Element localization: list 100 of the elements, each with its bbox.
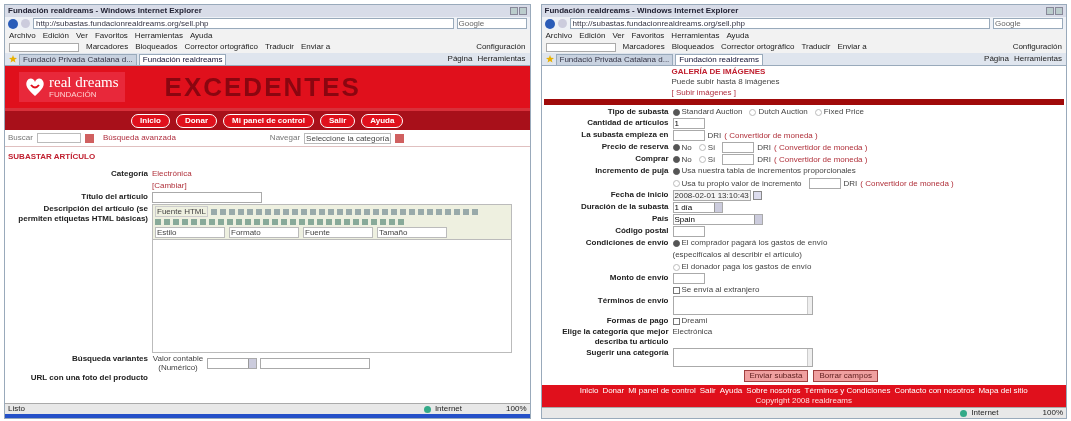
nav-button[interactable]: Inicio bbox=[131, 113, 170, 128]
radio-option[interactable]: No bbox=[672, 142, 692, 153]
link[interactable]: ( Convertidor de moneda ) bbox=[774, 142, 868, 153]
nav-button[interactable]: Mi panel de control bbox=[223, 113, 314, 128]
footer-link[interactable]: Donar bbox=[602, 386, 625, 396]
editor-dropdown[interactable]: Fuente bbox=[303, 227, 373, 238]
toolbar-button[interactable]: Enviar a bbox=[837, 41, 867, 53]
text-area[interactable] bbox=[672, 296, 813, 315]
google-search-field[interactable] bbox=[9, 42, 79, 52]
toolbar-button[interactable]: Bloqueados bbox=[671, 41, 714, 53]
menu-item[interactable]: Ver bbox=[612, 29, 625, 42]
footer-link[interactable]: Ayuda bbox=[719, 386, 743, 396]
minimize-icon[interactable] bbox=[509, 7, 518, 15]
input-field[interactable] bbox=[672, 130, 705, 141]
radio-option[interactable]: Usa tu propio valor de incremento bbox=[672, 178, 802, 189]
form-button[interactable]: Borrar campos bbox=[813, 370, 878, 382]
menu-item[interactable]: Herramientas bbox=[671, 29, 720, 42]
command-button[interactable]: Página bbox=[984, 53, 1009, 65]
input-field[interactable]: 1 bbox=[672, 118, 705, 129]
command-button[interactable]: Página bbox=[447, 53, 473, 65]
radio-option[interactable]: Standard Auction bbox=[672, 107, 743, 117]
google-search-field[interactable] bbox=[545, 42, 616, 52]
input-field[interactable] bbox=[672, 273, 705, 284]
checkbox-option[interactable]: Se envía al extranjero bbox=[672, 285, 760, 295]
menu-item[interactable]: Favoritos bbox=[94, 29, 128, 42]
favorites-star-icon[interactable] bbox=[9, 55, 17, 63]
toolbar-button[interactable]: Traducir bbox=[264, 41, 294, 53]
menu-item[interactable]: Favoritos bbox=[631, 29, 665, 42]
toolbar-button[interactable]: Corrector ortográfico bbox=[184, 41, 258, 53]
editor-dropdown[interactable]: Formato bbox=[229, 227, 299, 238]
browser-tab[interactable]: Fundación realdreams bbox=[675, 54, 763, 65]
radio-option[interactable]: Dutch Auction bbox=[749, 107, 808, 117]
radio-option[interactable]: El donador paga los gastos de envío bbox=[672, 262, 812, 272]
link[interactable]: Electrónica bbox=[152, 169, 192, 179]
toolbar-button[interactable]: Traducir bbox=[801, 41, 831, 53]
zoom-level[interactable]: 100% bbox=[1042, 407, 1063, 418]
input-field[interactable] bbox=[722, 154, 755, 165]
footer-link[interactable]: Sobre nosotros bbox=[746, 386, 801, 396]
maximize-icon[interactable] bbox=[1055, 7, 1063, 15]
footer-link[interactable]: Términos y Condiciones bbox=[804, 386, 891, 396]
browser-tab[interactable]: Fundació Privada Catalana d... bbox=[19, 54, 137, 65]
maximize-icon[interactable] bbox=[518, 7, 527, 15]
text-area[interactable] bbox=[672, 348, 813, 367]
toolbar-button[interactable]: Enviar a bbox=[300, 41, 331, 53]
radio-option[interactable]: No bbox=[672, 154, 692, 165]
footer-link[interactable]: Mapa del sitio bbox=[978, 386, 1028, 396]
address-bar[interactable]: http://subastas.fundacionrealdreams.org/sell.php bbox=[569, 18, 990, 29]
search-box[interactable]: Google bbox=[993, 18, 1063, 29]
menu-item[interactable]: Archivo bbox=[9, 29, 36, 42]
link[interactable]: [Cambiar] bbox=[152, 181, 187, 191]
search-field[interactable] bbox=[36, 133, 81, 143]
editor-dropdown[interactable]: Tamaño bbox=[377, 227, 447, 238]
footer-link[interactable]: Contacto con nosotros bbox=[894, 386, 975, 396]
forward-icon[interactable] bbox=[21, 19, 30, 28]
form-button[interactable]: Enviar subasta bbox=[743, 370, 809, 382]
checkbox-option[interactable]: Dreami bbox=[672, 316, 708, 326]
advanced-search-link[interactable]: Búsqueda avanzada bbox=[102, 132, 176, 144]
menu-item[interactable]: Edición bbox=[579, 29, 606, 42]
editor-dropdown[interactable]: Estilo bbox=[155, 227, 225, 238]
browser-tab[interactable]: Fundación realdreams bbox=[138, 54, 227, 65]
category-dropdown[interactable]: Seleccione la categoría bbox=[304, 132, 392, 144]
back-icon[interactable] bbox=[544, 18, 555, 29]
toolbar-button[interactable]: Corrector ortográfico bbox=[721, 41, 795, 53]
settings-button[interactable]: Configuración bbox=[476, 41, 526, 53]
nav-button[interactable]: Donar bbox=[175, 113, 218, 128]
settings-button[interactable]: Configuración bbox=[1012, 41, 1062, 53]
search-button[interactable] bbox=[84, 133, 94, 143]
calendar-icon[interactable] bbox=[752, 191, 762, 200]
command-button[interactable]: Herramientas bbox=[1014, 53, 1062, 65]
minimize-icon[interactable] bbox=[1046, 7, 1054, 15]
input-field[interactable] bbox=[260, 357, 370, 369]
source-button[interactable]: Fuente HTML bbox=[155, 206, 208, 217]
input-field[interactable] bbox=[808, 178, 841, 189]
back-icon[interactable] bbox=[8, 18, 18, 29]
radio-option[interactable]: Usa nuestra tabla de incrementos proporcionales bbox=[672, 166, 856, 176]
toolbar-button[interactable]: Bloqueados bbox=[135, 41, 178, 53]
menu-item[interactable]: Edición bbox=[42, 29, 69, 42]
footer-link[interactable]: Inicio bbox=[579, 386, 599, 396]
radio-option[interactable]: Sí bbox=[698, 142, 716, 153]
menu-item[interactable]: Herramientas bbox=[134, 29, 183, 42]
favorites-star-icon[interactable] bbox=[545, 55, 554, 63]
upload-images-link[interactable]: [ Subir imágenes ] bbox=[671, 88, 736, 98]
input-field[interactable] bbox=[152, 192, 262, 203]
input-field[interactable] bbox=[722, 142, 755, 153]
link[interactable]: ( Convertidor de moneda ) bbox=[860, 178, 954, 189]
link[interactable]: ( Convertidor de moneda ) bbox=[724, 130, 818, 141]
radio-option[interactable]: Sí bbox=[698, 154, 716, 165]
dropdown[interactable] bbox=[207, 357, 257, 369]
dropdown[interactable]: 1 día bbox=[672, 202, 723, 213]
zoom-level[interactable]: 100% bbox=[506, 403, 527, 415]
toolbar-button[interactable]: Marcadores bbox=[86, 41, 129, 53]
menu-item[interactable]: Ver bbox=[75, 29, 88, 42]
footer-link[interactable]: Salir bbox=[699, 386, 716, 396]
input-field[interactable] bbox=[672, 226, 705, 237]
menu-item[interactable]: Archivo bbox=[545, 29, 573, 42]
nav-button[interactable]: Salir bbox=[319, 113, 356, 128]
footer-link[interactable]: Mi panel de control bbox=[628, 386, 696, 396]
menu-item[interactable]: Ayuda bbox=[189, 29, 213, 42]
menu-item[interactable]: Ayuda bbox=[726, 29, 749, 42]
browser-tab[interactable]: Fundació Privada Catalana d... bbox=[555, 54, 674, 65]
